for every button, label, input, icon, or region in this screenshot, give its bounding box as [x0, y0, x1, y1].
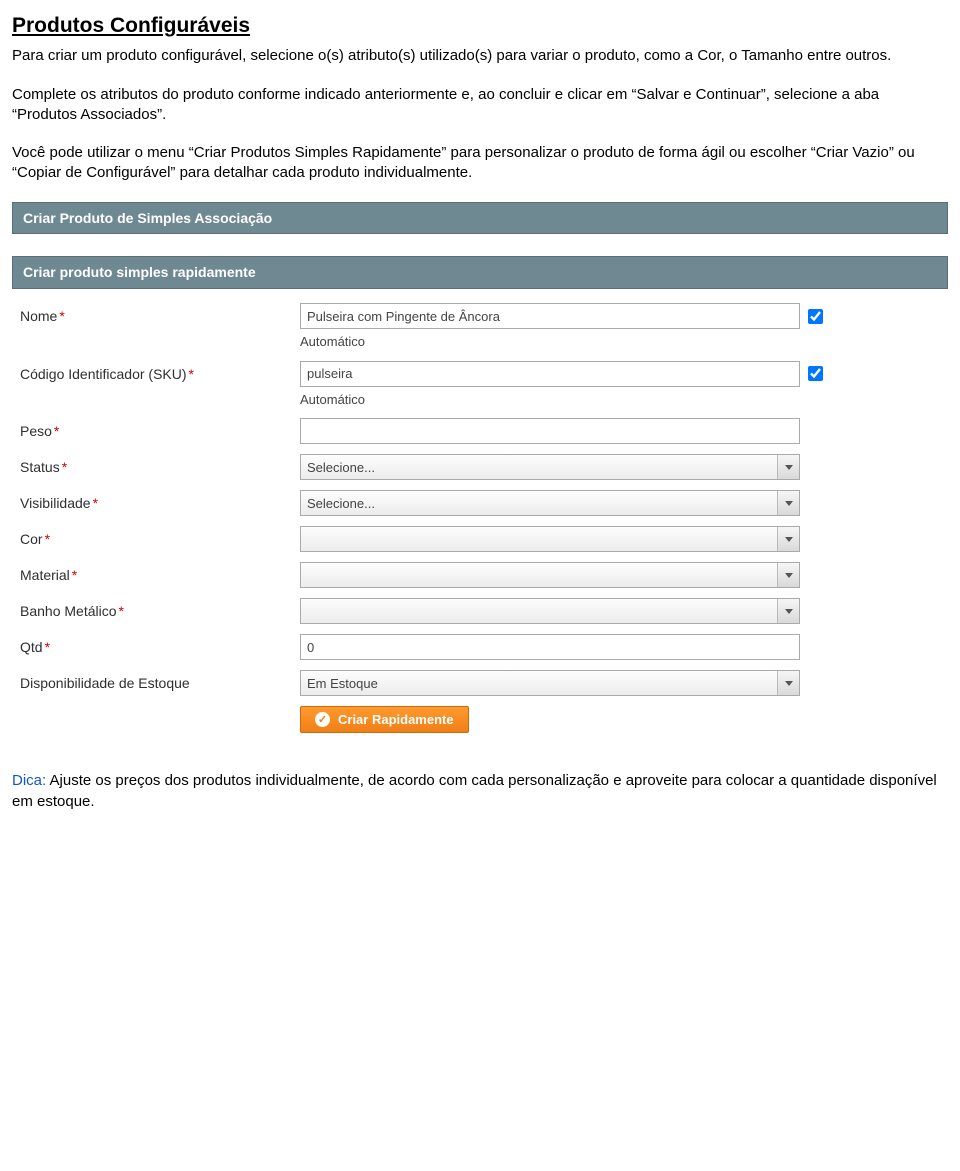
- label-status: Status*: [20, 454, 300, 477]
- label-sku: Código Identificador (SKU)*: [20, 361, 300, 384]
- label-qtd: Qtd*: [20, 634, 300, 657]
- required-mark: *: [119, 603, 124, 619]
- required-mark: *: [93, 495, 98, 511]
- label-material-text: Material: [20, 567, 70, 583]
- sublabel-sku-auto: Automático: [300, 391, 940, 409]
- create-quickly-button[interactable]: Criar Rapidamente: [300, 706, 469, 733]
- select-banho[interactable]: [300, 598, 800, 624]
- label-banho: Banho Metálico*: [20, 598, 300, 621]
- field-row-material: Material*: [20, 562, 940, 588]
- checkbox-sku-auto[interactable]: [808, 366, 823, 381]
- panel-header-quick-create: Criar produto simples rapidamente: [12, 256, 948, 289]
- label-disponibilidade: Disponibilidade de Estoque: [20, 670, 300, 693]
- intro-paragraph-3: Você pode utilizar o menu “Criar Produto…: [12, 143, 948, 184]
- label-banho-text: Banho Metálico: [20, 603, 117, 619]
- select-material[interactable]: [300, 562, 800, 588]
- label-material: Material*: [20, 562, 300, 585]
- field-row-disponibilidade: Disponibilidade de Estoque: [20, 670, 940, 696]
- field-row-status: Status*: [20, 454, 940, 480]
- page-title: Produtos Configuráveis: [12, 12, 948, 40]
- label-qtd-text: Qtd: [20, 639, 43, 655]
- create-quickly-button-label: Criar Rapidamente: [338, 712, 454, 727]
- panel-simple-association: Criar Produto de Simples Associação: [12, 202, 948, 235]
- field-row-nome: Nome* Automático: [20, 303, 940, 351]
- label-nome: Nome*: [20, 303, 300, 326]
- select-cor[interactable]: [300, 526, 800, 552]
- field-row-peso: Peso*: [20, 418, 940, 444]
- required-mark: *: [72, 567, 77, 583]
- field-row-visibilidade: Visibilidade*: [20, 490, 940, 516]
- required-mark: *: [59, 308, 64, 324]
- label-nome-text: Nome: [20, 308, 57, 324]
- label-sku-text: Código Identificador (SKU): [20, 366, 187, 382]
- select-disponibilidade[interactable]: [300, 670, 800, 696]
- field-row-cor: Cor*: [20, 526, 940, 552]
- tip-paragraph: Dica: Ajuste os preços dos produtos indi…: [12, 771, 948, 812]
- label-status-text: Status: [20, 459, 60, 475]
- label-cor-text: Cor: [20, 531, 43, 547]
- field-row-qtd: Qtd*: [20, 634, 940, 660]
- label-peso: Peso*: [20, 418, 300, 441]
- label-visibilidade-text: Visibilidade: [20, 495, 91, 511]
- label-visibilidade: Visibilidade*: [20, 490, 300, 513]
- required-mark: *: [54, 423, 59, 439]
- required-mark: *: [45, 639, 50, 655]
- intro-paragraph-1: Para criar um produto configurável, sele…: [12, 46, 948, 66]
- required-mark: *: [62, 459, 67, 475]
- check-circle-icon: [315, 712, 330, 727]
- input-qtd[interactable]: [300, 634, 800, 660]
- sublabel-nome-auto: Automático: [300, 333, 940, 351]
- label-disp-text: Disponibilidade de Estoque: [20, 675, 190, 691]
- panel-header-simple-association: Criar Produto de Simples Associação: [12, 202, 948, 235]
- field-row-sku: Código Identificador (SKU)* Automático: [20, 361, 940, 409]
- input-peso[interactable]: [300, 418, 800, 444]
- intro-paragraph-2: Complete os atributos do produto conform…: [12, 85, 948, 126]
- field-row-banho: Banho Metálico*: [20, 598, 940, 624]
- input-nome[interactable]: [300, 303, 800, 329]
- label-peso-text: Peso: [20, 423, 52, 439]
- checkbox-nome-auto[interactable]: [808, 309, 823, 324]
- select-status[interactable]: [300, 454, 800, 480]
- tip-label: Dica:: [12, 772, 46, 789]
- required-mark: *: [45, 531, 50, 547]
- tip-text: Ajuste os preços dos produtos individual…: [12, 772, 937, 809]
- input-sku[interactable]: [300, 361, 800, 387]
- select-visibilidade[interactable]: [300, 490, 800, 516]
- required-mark: *: [189, 366, 194, 382]
- label-cor: Cor*: [20, 526, 300, 549]
- panel-quick-create: Criar produto simples rapidamente Nome* …: [12, 256, 948, 741]
